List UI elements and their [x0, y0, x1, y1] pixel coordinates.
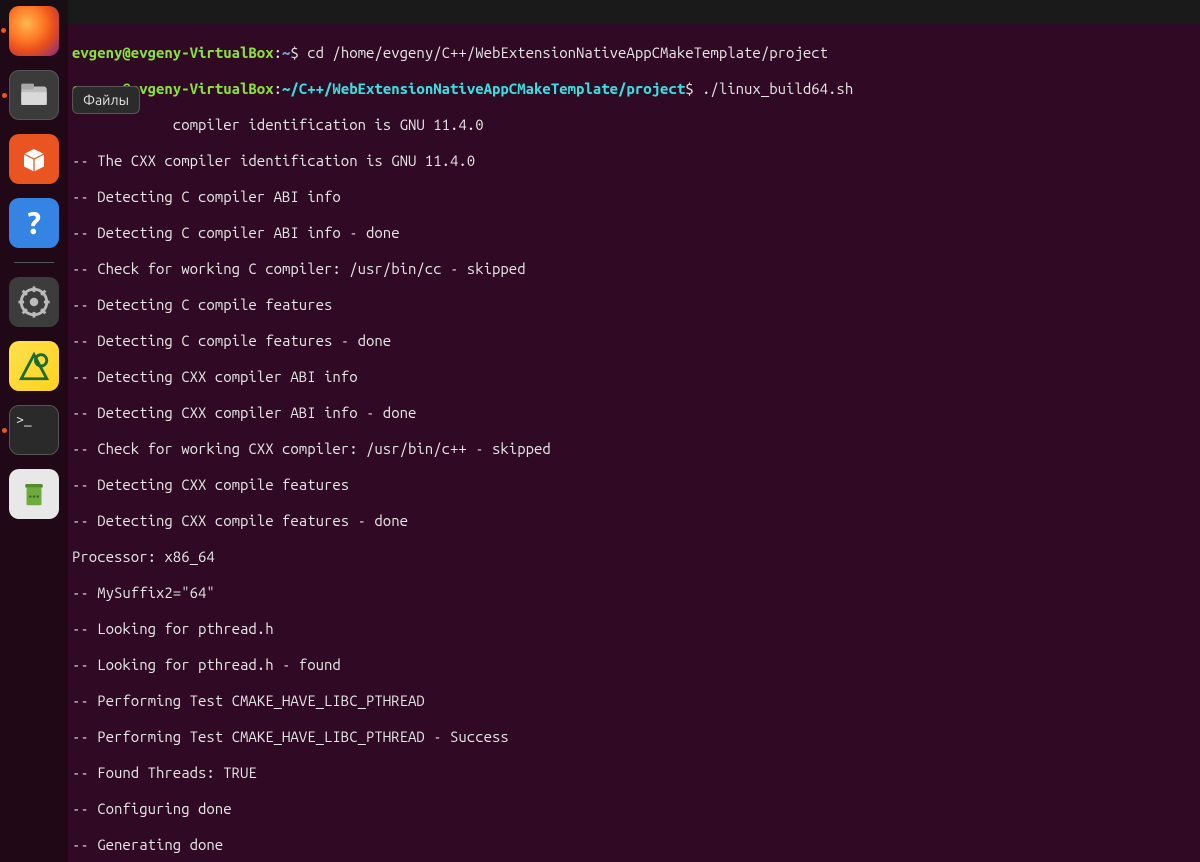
- dock: Файлы ? >_: [0, 0, 68, 862]
- output-line: -- Detecting C compile features: [72, 296, 1196, 314]
- terminal-icon[interactable]: >_: [9, 405, 59, 455]
- output-line: -- Generating done: [72, 836, 1196, 854]
- output-line: -- The CXX compiler identification is GN…: [72, 152, 1196, 170]
- software-center-icon[interactable]: [9, 134, 59, 184]
- output-line: -- Detecting CXX compile features: [72, 476, 1196, 494]
- output-line: -- Detecting CXX compiler ABI info: [72, 368, 1196, 386]
- output-line: -- Detecting C compiler ABI info - done: [72, 224, 1196, 242]
- prompt-line-2: evgeny@evgeny-VirtualBox:~/C++/WebExtens…: [72, 80, 1196, 98]
- settings-icon[interactable]: [9, 277, 59, 327]
- tooltip-text: Файлы: [83, 92, 129, 108]
- files-icon[interactable]: Файлы: [9, 70, 59, 120]
- output-line: -- Detecting C compiler ABI info: [72, 188, 1196, 206]
- output-line: -- Detecting CXX compile features - done: [72, 512, 1196, 530]
- terminal-output[interactable]: evgeny@evgeny-VirtualBox:~$ cd /home/evg…: [68, 24, 1200, 862]
- output-line: -- Check for working CXX compiler: /usr/…: [72, 440, 1196, 458]
- terminal-glyph: >_: [10, 406, 58, 454]
- sep: :: [274, 80, 282, 97]
- output-line: -- Check for working C compiler: /usr/bi…: [72, 260, 1196, 278]
- output-line: -- Looking for pthread.h: [72, 620, 1196, 638]
- output-line: -- Detecting CXX compiler ABI info - don…: [72, 404, 1196, 422]
- trash-icon[interactable]: [9, 469, 59, 519]
- sep: :: [274, 44, 282, 61]
- output-line: -- Performing Test CMAKE_HAVE_LIBC_PTHRE…: [72, 692, 1196, 710]
- firefox-icon[interactable]: [9, 6, 59, 56]
- cmd: ./linux_build64.sh: [702, 80, 853, 97]
- output-line: Processor: x86_64: [72, 548, 1196, 566]
- dollar: $: [290, 44, 307, 61]
- output-line: -- Found Threads: TRUE: [72, 764, 1196, 782]
- dollar: $: [685, 80, 702, 97]
- cmd: cd /home/evgeny/C++/WebExtensionNativeAp…: [307, 44, 828, 61]
- userhost: evgeny@evgeny-VirtualBox: [72, 44, 274, 61]
- dock-divider: [14, 262, 54, 263]
- prompt-line-1: evgeny@evgeny-VirtualBox:~$ cd /home/evg…: [72, 44, 1196, 62]
- accessories-icon[interactable]: [9, 341, 59, 391]
- output-line: -- Configuring done: [72, 800, 1196, 818]
- path: ~/C++/WebExtensionNativeAppCMakeTemplate…: [282, 80, 685, 97]
- help-icon[interactable]: ?: [9, 198, 59, 248]
- output-line: -- Performing Test CMAKE_HAVE_LIBC_PTHRE…: [72, 728, 1196, 746]
- output-line: -- MySuffix2="64": [72, 584, 1196, 602]
- help-glyph: ?: [26, 214, 43, 232]
- output-line: -- Detecting C compile features - done: [72, 332, 1196, 350]
- output-line: -- Looking for pthread.h - found: [72, 656, 1196, 674]
- top-panel[interactable]: [0, 0, 1200, 24]
- output-line: compiler identification is GNU 11.4.0: [72, 116, 1196, 134]
- files-tooltip: Файлы: [72, 86, 140, 114]
